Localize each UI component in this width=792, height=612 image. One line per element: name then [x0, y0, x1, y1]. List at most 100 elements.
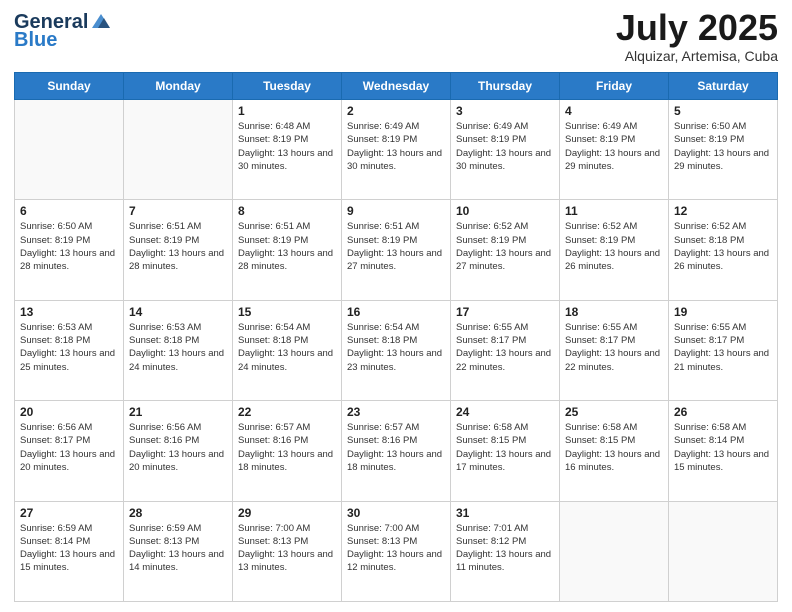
day-number: 27 [20, 506, 118, 520]
table-row: 5 Sunrise: 6:50 AM Sunset: 8:19 PM Daylig… [669, 100, 778, 200]
table-row: 27 Sunrise: 6:59 AM Sunset: 8:14 PM Dayli… [15, 501, 124, 601]
calendar-table: Sunday Monday Tuesday Wednesday Thursday… [14, 72, 778, 602]
table-row: 30Sunrise: 7:00 AM Sunset: 8:13 PM Dayli… [342, 501, 451, 601]
day-number: 18 [565, 305, 663, 319]
logo-icon [90, 10, 112, 32]
table-row [124, 100, 233, 200]
day-number: 14 [129, 305, 227, 319]
logo: General Blue [14, 10, 112, 50]
day-info: Sunrise: 6:55 AM Sunset: 8:17 PM Dayligh… [456, 321, 554, 374]
calendar-week-row: 27 Sunrise: 6:59 AM Sunset: 8:14 PM Dayli… [15, 501, 778, 601]
calendar-week-row: 13Sunrise: 6:53 AM Sunset: 8:18 PM Dayli… [15, 300, 778, 400]
page: General Blue July 2025 Alquizar, Artemis… [0, 0, 792, 612]
day-info: Sunrise: 6:49 AM Sunset: 8:19 PM Dayligh… [565, 120, 663, 173]
logo-blue: Blue [14, 30, 57, 50]
table-row: 12 Sunrise: 6:52 AM Sunset: 8:18 PM Dayli… [669, 200, 778, 300]
col-monday: Monday [124, 73, 233, 100]
day-info: Sunrise: 6:54 AM Sunset: 8:18 PM Dayligh… [347, 321, 445, 374]
day-number: 23 [347, 405, 445, 419]
day-info: Sunrise: 6:59 AM Sunset: 8:14 PM Dayligh… [20, 522, 118, 575]
title-location: Alquizar, Artemisa, Cuba [616, 48, 778, 64]
day-number: 6 [20, 204, 118, 218]
day-info: Sunrise: 7:00 AM Sunset: 8:13 PM Dayligh… [238, 522, 336, 575]
col-friday: Friday [560, 73, 669, 100]
table-row: 14 Sunrise: 6:53 AM Sunset: 8:18 PM Dayli… [124, 300, 233, 400]
table-row: 10Sunrise: 6:52 AM Sunset: 8:19 PM Dayli… [451, 200, 560, 300]
day-number: 9 [347, 204, 445, 218]
day-info: Sunrise: 6:58 AM Sunset: 8:15 PM Dayligh… [456, 421, 554, 474]
day-number: 25 [565, 405, 663, 419]
day-info: Sunrise: 6:52 AM Sunset: 8:18 PM Dayligh… [674, 220, 772, 273]
title-month: July 2025 [616, 10, 778, 46]
day-info: Sunrise: 6:49 AM Sunset: 8:19 PM Dayligh… [456, 120, 554, 173]
table-row: 28Sunrise: 6:59 AM Sunset: 8:13 PM Dayli… [124, 501, 233, 601]
col-saturday: Saturday [669, 73, 778, 100]
day-info: Sunrise: 6:51 AM Sunset: 8:19 PM Dayligh… [347, 220, 445, 273]
table-row: 9 Sunrise: 6:51 AM Sunset: 8:19 PM Daylig… [342, 200, 451, 300]
day-info: Sunrise: 6:58 AM Sunset: 8:14 PM Dayligh… [674, 421, 772, 474]
day-info: Sunrise: 6:50 AM Sunset: 8:19 PM Dayligh… [674, 120, 772, 173]
day-number: 30 [347, 506, 445, 520]
day-number: 10 [456, 204, 554, 218]
table-row: 21 Sunrise: 6:56 AM Sunset: 8:16 PM Dayli… [124, 401, 233, 501]
col-wednesday: Wednesday [342, 73, 451, 100]
table-row: 29 Sunrise: 7:00 AM Sunset: 8:13 PM Dayli… [233, 501, 342, 601]
day-number: 29 [238, 506, 336, 520]
table-row: 18 Sunrise: 6:55 AM Sunset: 8:17 PM Dayli… [560, 300, 669, 400]
table-row: 7 Sunrise: 6:51 AM Sunset: 8:19 PM Daylig… [124, 200, 233, 300]
day-number: 4 [565, 104, 663, 118]
day-info: Sunrise: 6:50 AM Sunset: 8:19 PM Dayligh… [20, 220, 118, 273]
table-row: 4 Sunrise: 6:49 AM Sunset: 8:19 PM Daylig… [560, 100, 669, 200]
table-row: 2 Sunrise: 6:49 AM Sunset: 8:19 PM Daylig… [342, 100, 451, 200]
day-number: 8 [238, 204, 336, 218]
day-info: Sunrise: 6:58 AM Sunset: 8:15 PM Dayligh… [565, 421, 663, 474]
table-row: 3 Sunrise: 6:49 AM Sunset: 8:19 PM Daylig… [451, 100, 560, 200]
day-number: 3 [456, 104, 554, 118]
day-number: 21 [129, 405, 227, 419]
day-info: Sunrise: 6:56 AM Sunset: 8:16 PM Dayligh… [129, 421, 227, 474]
day-number: 26 [674, 405, 772, 419]
table-row: 23Sunrise: 6:57 AM Sunset: 8:16 PM Dayli… [342, 401, 451, 501]
day-number: 11 [565, 204, 663, 218]
header: General Blue July 2025 Alquizar, Artemis… [14, 10, 778, 64]
day-info: Sunrise: 6:53 AM Sunset: 8:18 PM Dayligh… [129, 321, 227, 374]
day-number: 16 [347, 305, 445, 319]
table-row: 15Sunrise: 6:54 AM Sunset: 8:18 PM Dayli… [233, 300, 342, 400]
table-row: 11 Sunrise: 6:52 AM Sunset: 8:19 PM Dayli… [560, 200, 669, 300]
day-number: 7 [129, 204, 227, 218]
col-tuesday: Tuesday [233, 73, 342, 100]
day-info: Sunrise: 6:59 AM Sunset: 8:13 PM Dayligh… [129, 522, 227, 575]
day-info: Sunrise: 7:01 AM Sunset: 8:12 PM Dayligh… [456, 522, 554, 575]
table-row: 13Sunrise: 6:53 AM Sunset: 8:18 PM Dayli… [15, 300, 124, 400]
table-row: 1Sunrise: 6:48 AM Sunset: 8:19 PM Daylig… [233, 100, 342, 200]
day-info: Sunrise: 6:56 AM Sunset: 8:17 PM Dayligh… [20, 421, 118, 474]
table-row: 25 Sunrise: 6:58 AM Sunset: 8:15 PM Dayli… [560, 401, 669, 501]
day-number: 1 [238, 104, 336, 118]
day-number: 2 [347, 104, 445, 118]
days-header-row: Sunday Monday Tuesday Wednesday Thursday… [15, 73, 778, 100]
day-number: 24 [456, 405, 554, 419]
day-info: Sunrise: 6:49 AM Sunset: 8:19 PM Dayligh… [347, 120, 445, 173]
table-row: 17Sunrise: 6:55 AM Sunset: 8:17 PM Dayli… [451, 300, 560, 400]
table-row: 19Sunrise: 6:55 AM Sunset: 8:17 PM Dayli… [669, 300, 778, 400]
col-thursday: Thursday [451, 73, 560, 100]
table-row: 26 Sunrise: 6:58 AM Sunset: 8:14 PM Dayli… [669, 401, 778, 501]
table-row: 8Sunrise: 6:51 AM Sunset: 8:19 PM Daylig… [233, 200, 342, 300]
day-info: Sunrise: 6:52 AM Sunset: 8:19 PM Dayligh… [565, 220, 663, 273]
table-row: 31 Sunrise: 7:01 AM Sunset: 8:12 PM Dayli… [451, 501, 560, 601]
day-number: 19 [674, 305, 772, 319]
day-info: Sunrise: 6:54 AM Sunset: 8:18 PM Dayligh… [238, 321, 336, 374]
table-row: 16 Sunrise: 6:54 AM Sunset: 8:18 PM Dayli… [342, 300, 451, 400]
table-row [669, 501, 778, 601]
table-row: 6 Sunrise: 6:50 AM Sunset: 8:19 PM Daylig… [15, 200, 124, 300]
day-info: Sunrise: 6:51 AM Sunset: 8:19 PM Dayligh… [129, 220, 227, 273]
day-number: 5 [674, 104, 772, 118]
day-info: Sunrise: 6:57 AM Sunset: 8:16 PM Dayligh… [238, 421, 336, 474]
col-sunday: Sunday [15, 73, 124, 100]
day-info: Sunrise: 6:55 AM Sunset: 8:17 PM Dayligh… [565, 321, 663, 374]
table-row [560, 501, 669, 601]
day-number: 20 [20, 405, 118, 419]
title-block: July 2025 Alquizar, Artemisa, Cuba [616, 10, 778, 64]
day-number: 12 [674, 204, 772, 218]
day-number: 31 [456, 506, 554, 520]
